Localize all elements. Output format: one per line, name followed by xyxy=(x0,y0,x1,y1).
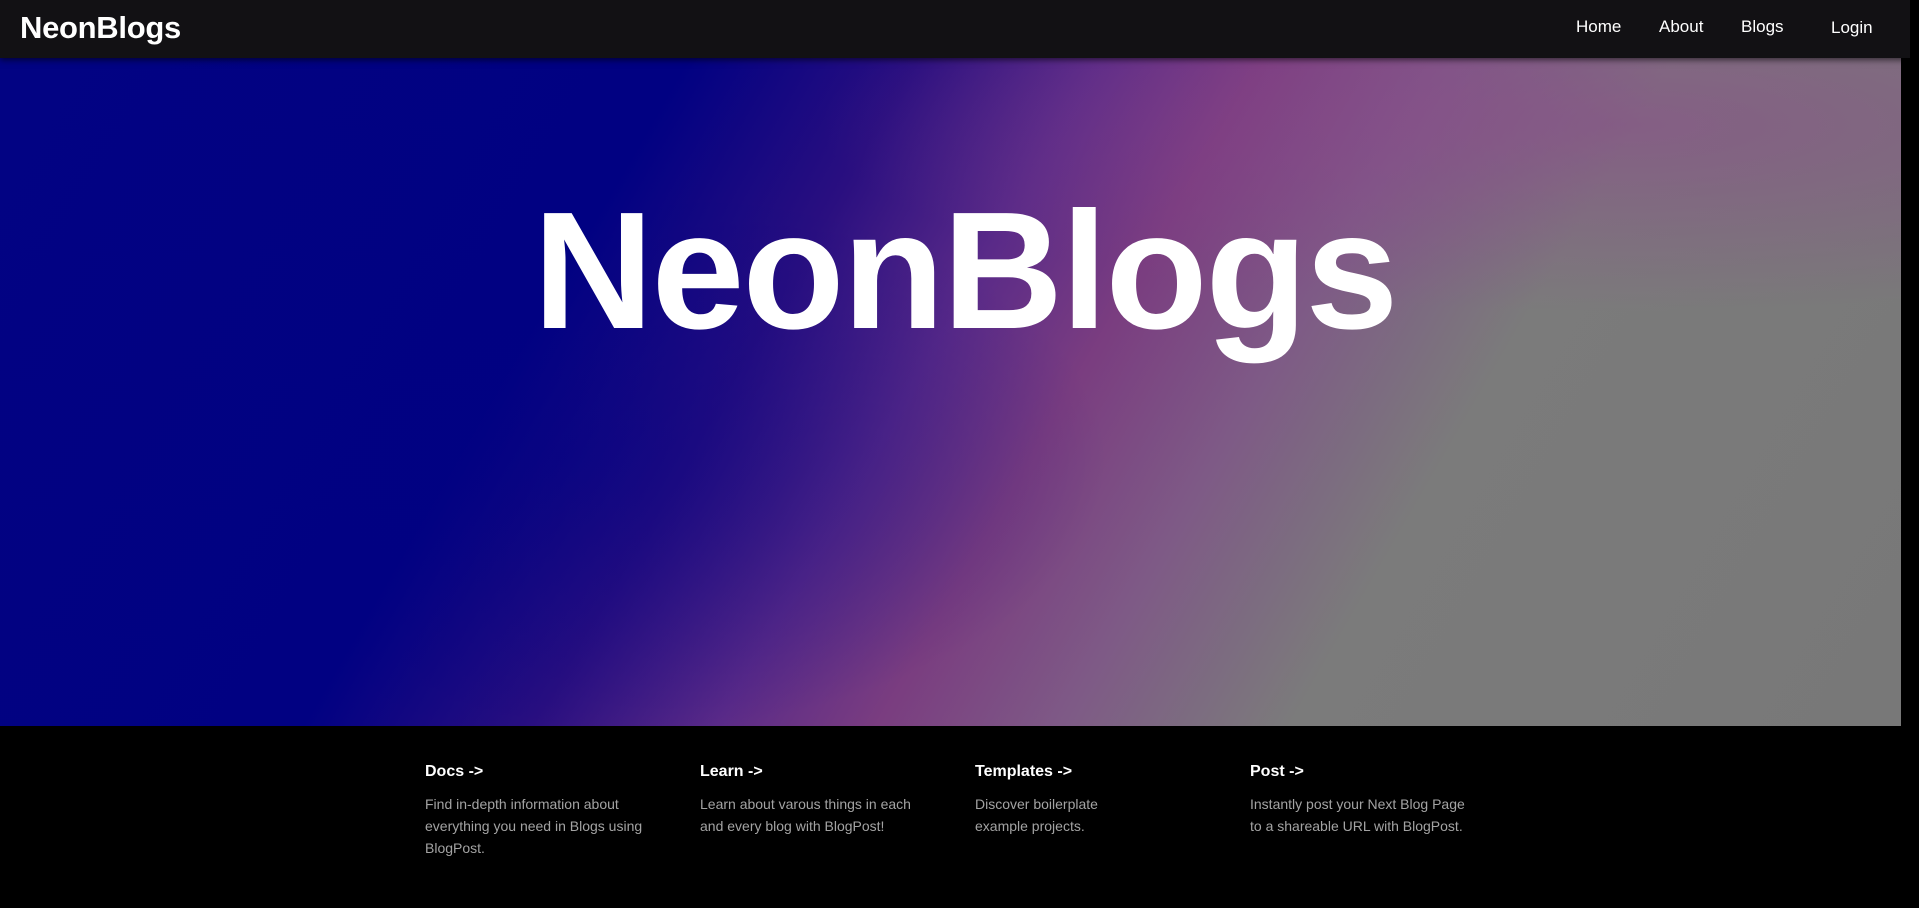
card-templates[interactable]: Templates -> Discover boilerplate exampl… xyxy=(975,763,1125,837)
top-navbar: NeonBlogs Home About Blogs Login xyxy=(0,0,1910,58)
card-description: Find in-depth information about everythi… xyxy=(425,796,643,856)
hero-title: NeonBlogs xyxy=(533,178,1398,364)
nav-link-about[interactable]: About xyxy=(1659,17,1703,37)
card-docs[interactable]: Docs -> Find in-depth information about … xyxy=(425,763,655,859)
hero-banner: NeonBlogs xyxy=(0,58,1910,726)
hero-gradient-overlay xyxy=(0,58,1910,726)
card-title: Learn -> xyxy=(700,763,763,780)
card-title: Post -> xyxy=(1250,763,1304,780)
login-button[interactable]: Login xyxy=(1831,18,1873,38)
nav-link-home[interactable]: Home xyxy=(1576,17,1621,37)
card-title: Templates -> xyxy=(975,763,1073,780)
card-title: Docs -> xyxy=(425,763,484,780)
card-description: Learn about varous things in each and ev… xyxy=(700,796,911,834)
card-learn[interactable]: Learn -> Learn about varous things in ea… xyxy=(700,763,930,837)
card-description: Instantly post your Next Blog Page to a … xyxy=(1250,796,1465,834)
card-post[interactable]: Post -> Instantly post your Next Blog Pa… xyxy=(1250,763,1480,837)
nav-link-blogs[interactable]: Blogs xyxy=(1741,17,1784,37)
card-description: Discover boilerplate example projects. xyxy=(975,796,1098,834)
hero-edge-strip xyxy=(1901,58,1910,726)
feature-cards: Docs -> Find in-depth information about … xyxy=(0,726,1919,908)
nav-links: Home About Blogs Login xyxy=(0,17,1910,41)
